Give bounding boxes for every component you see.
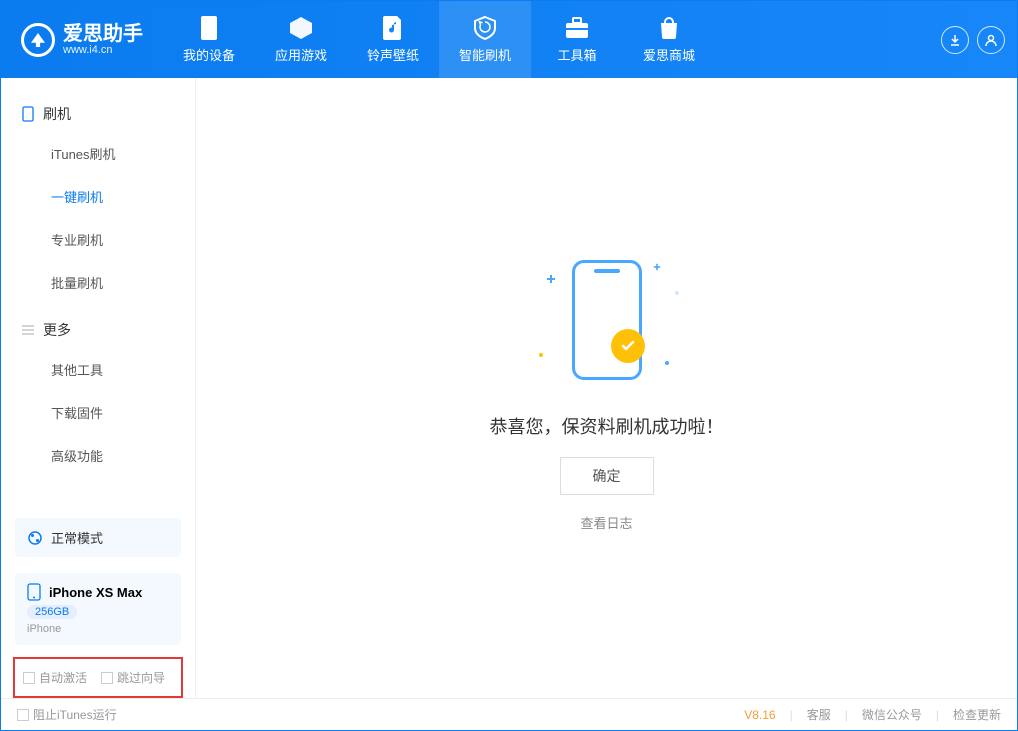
tab-label: 我的设备 [183, 45, 235, 64]
download-button[interactable] [941, 26, 969, 54]
body: 刷机 iTunes刷机 一键刷机 专业刷机 批量刷机 更多 其他工具 下载固件 … [1, 78, 1017, 698]
music-file-icon [380, 15, 406, 41]
sidebar-item-firmware[interactable]: 下载固件 [1, 391, 195, 434]
sidebar-item-batch[interactable]: 批量刷机 [1, 261, 195, 304]
wechat-link[interactable]: 微信公众号 [862, 706, 922, 723]
sidebar: 刷机 iTunes刷机 一键刷机 专业刷机 批量刷机 更多 其他工具 下载固件 … [1, 78, 196, 698]
sidebar-header-label: 更多 [43, 320, 71, 340]
checkbox-block-itunes[interactable]: 阻止iTunes运行 [17, 706, 117, 723]
brand-name: 爱思助手 [63, 24, 143, 44]
ok-button[interactable]: 确定 [560, 457, 654, 495]
device-capacity: 256GB [27, 605, 77, 619]
phone-icon [196, 15, 222, 41]
tab-apps[interactable]: 应用游戏 [255, 1, 347, 78]
tab-my-device[interactable]: 我的设备 [163, 1, 255, 78]
tab-label: 智能刷机 [459, 45, 511, 64]
success-illustration [527, 245, 687, 395]
header: 爱思助手 www.i4.cn 我的设备 应用游戏 铃声壁纸 智能刷机 工具箱 爱… [1, 1, 1017, 78]
highlighted-options: 自动激活 跳过向导 [13, 657, 183, 698]
version-label: V8.16 [744, 708, 775, 722]
sidebar-header-label: 刷机 [43, 104, 71, 124]
device-mode-label: 正常模式 [51, 528, 103, 547]
refresh-shield-icon [472, 15, 498, 41]
footer: 阻止iTunes运行 V8.16 | 客服 | 微信公众号 | 检查更新 [1, 698, 1017, 730]
sidebar-item-other-tools[interactable]: 其他工具 [1, 348, 195, 391]
header-right [941, 26, 1017, 54]
checkbox-label: 跳过向导 [117, 669, 165, 686]
check-update-link[interactable]: 检查更新 [953, 706, 1001, 723]
checkbox-label: 自动激活 [39, 669, 87, 686]
checkbox-auto-activate[interactable]: 自动激活 [23, 669, 87, 686]
tab-store[interactable]: 爱思商城 [623, 1, 715, 78]
sidebar-item-advanced[interactable]: 高级功能 [1, 434, 195, 477]
toolbox-icon [564, 15, 590, 41]
device-icon [27, 583, 41, 601]
tab-label: 铃声壁纸 [367, 45, 419, 64]
checkbox-label: 阻止iTunes运行 [33, 706, 117, 723]
checkbox-skip-guide[interactable]: 跳过向导 [101, 669, 165, 686]
user-button[interactable] [977, 26, 1005, 54]
list-icon [21, 323, 35, 337]
brand-url: www.i4.cn [63, 44, 143, 56]
checkbox-icon [23, 672, 35, 684]
footer-right: V8.16 | 客服 | 微信公众号 | 检查更新 [744, 706, 1001, 723]
tab-toolbox[interactable]: 工具箱 [531, 1, 623, 78]
view-log-link[interactable]: 查看日志 [580, 513, 632, 532]
device-icon [21, 107, 35, 121]
phone-graphic [572, 260, 642, 380]
tab-label: 应用游戏 [275, 45, 327, 64]
device-name: iPhone XS Max [49, 585, 142, 600]
main-tabs: 我的设备 应用游戏 铃声壁纸 智能刷机 工具箱 爱思商城 [163, 1, 715, 78]
device-type: iPhone [27, 623, 169, 635]
tab-label: 爱思商城 [643, 45, 695, 64]
mode-icon [27, 530, 43, 546]
success-message: 恭喜您，保资料刷机成功啦！ [490, 413, 724, 439]
device-info-box[interactable]: iPhone XS Max 256GB iPhone [15, 573, 181, 645]
logo-area: 爱思助手 www.i4.cn [1, 23, 163, 57]
checkbox-icon [17, 709, 29, 721]
device-mode-box[interactable]: 正常模式 [15, 518, 181, 557]
tab-ringtone[interactable]: 铃声壁纸 [347, 1, 439, 78]
checkbox-icon [101, 672, 113, 684]
tab-label: 工具箱 [557, 45, 596, 64]
cube-icon [288, 15, 314, 41]
sidebar-header-flash: 刷机 [1, 96, 195, 132]
check-badge-icon [611, 329, 645, 363]
main-content: 恭喜您，保资料刷机成功啦！ 确定 查看日志 [196, 78, 1017, 698]
bag-icon [656, 15, 682, 41]
support-link[interactable]: 客服 [807, 706, 831, 723]
sidebar-header-more: 更多 [1, 312, 195, 348]
sidebar-item-itunes[interactable]: iTunes刷机 [1, 132, 195, 175]
tab-flash[interactable]: 智能刷机 [439, 1, 531, 78]
logo-icon [21, 23, 55, 57]
sidebar-item-onekey[interactable]: 一键刷机 [1, 175, 195, 218]
sidebar-item-pro[interactable]: 专业刷机 [1, 218, 195, 261]
